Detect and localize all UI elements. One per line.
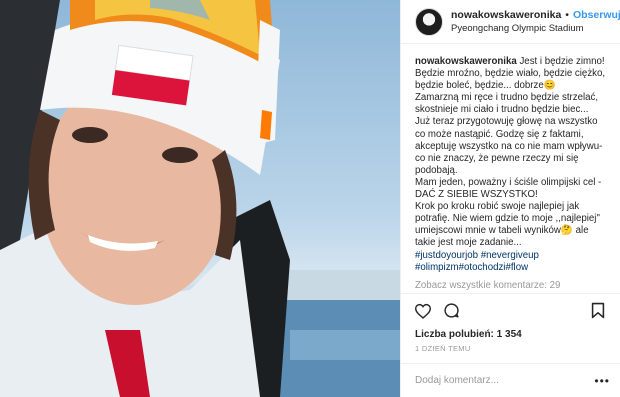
- caption: nowakowskaweronika Jest i będzie zimno! …: [401, 44, 620, 293]
- likes-count[interactable]: Liczba polubień: 1 354: [401, 327, 620, 340]
- comment-input[interactable]: [415, 375, 595, 386]
- separator-dot: •: [565, 9, 569, 21]
- comment-bubble-icon[interactable]: [441, 301, 461, 321]
- caption-hashtags[interactable]: #justdoyourjob #nevergiveup #olimpizm#ot…: [415, 250, 606, 274]
- header-text: nowakowskaweronika • Obserwuj Pyeongchan…: [451, 9, 620, 34]
- caption-username-link[interactable]: nowakowskaweronika: [415, 56, 517, 67]
- caption-text: Jest i będzie zimno! Będzie mroźno, będz…: [415, 56, 606, 249]
- selfie-illustration: [0, 0, 400, 397]
- comment-box: •••: [401, 363, 620, 397]
- post-sidebar: nowakowskaweronika • Obserwuj Pyeongchan…: [400, 0, 620, 397]
- more-options-icon[interactable]: •••: [594, 374, 610, 388]
- post-photo[interactable]: [0, 0, 400, 397]
- instagram-post: nowakowskaweronika • Obserwuj Pyeongchan…: [0, 0, 620, 397]
- location-link[interactable]: Pyeongchang Olympic Stadium: [451, 23, 620, 34]
- post-header: nowakowskaweronika • Obserwuj Pyeongchan…: [401, 0, 620, 44]
- heart-icon[interactable]: [413, 301, 433, 321]
- header-line: nowakowskaweronika • Obserwuj: [451, 9, 620, 22]
- username-link[interactable]: nowakowskaweronika: [451, 9, 561, 22]
- follow-button[interactable]: Obserwuj: [573, 9, 620, 22]
- avatar[interactable]: [415, 7, 443, 36]
- post-date: 1 DZIEŃ TEMU: [415, 344, 471, 353]
- bookmark-icon[interactable]: [588, 301, 608, 321]
- action-bar: [401, 293, 620, 327]
- view-all-comments-link[interactable]: Zobacz wszystkie komentarze: 29: [415, 280, 606, 292]
- polish-flag: [111, 44, 194, 106]
